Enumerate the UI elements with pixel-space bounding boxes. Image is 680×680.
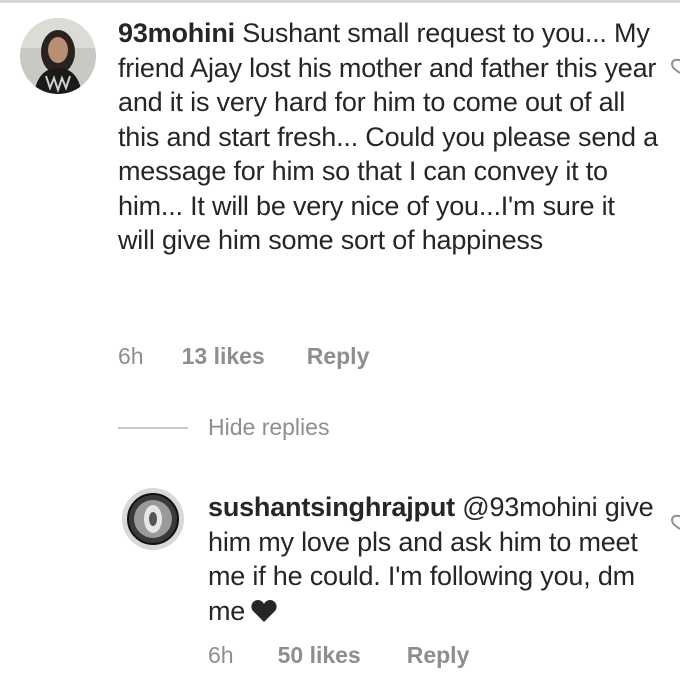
- reply-text: sushantsinghrajput @93mohini give him my…: [208, 490, 658, 630]
- comment-meta: 6h 13 likes Reply: [118, 343, 369, 370]
- avatar-image: [122, 488, 184, 550]
- reply-reply-button[interactable]: Reply: [407, 642, 470, 669]
- comment-time: 6h: [118, 343, 144, 369]
- reply-likes[interactable]: 50 likes: [278, 642, 361, 669]
- heart-outline-icon[interactable]: [670, 512, 680, 538]
- hide-replies-line: [118, 426, 188, 429]
- reply-time: 6h: [208, 642, 234, 668]
- reply-username[interactable]: sushantsinghrajput: [208, 492, 455, 522]
- comment-likes[interactable]: 13 likes: [182, 343, 265, 370]
- reply-mention[interactable]: @93mohini: [462, 492, 597, 522]
- heart-filled-icon: [251, 596, 277, 631]
- avatar[interactable]: [20, 18, 96, 94]
- comment-username[interactable]: 93mohini: [118, 18, 235, 48]
- heart-outline-icon[interactable]: [670, 56, 680, 82]
- comment-body: Sushant small request to you... My frien…: [118, 18, 658, 255]
- top-divider: [0, 0, 680, 3]
- avatar-image: [20, 18, 96, 94]
- comment-text: 93mohini Sushant small request to you...…: [118, 16, 658, 258]
- hide-replies-button[interactable]: Hide replies: [118, 414, 329, 441]
- hide-replies-label: Hide replies: [208, 414, 330, 440]
- comment-reply-button[interactable]: Reply: [307, 343, 370, 370]
- avatar[interactable]: [122, 488, 184, 550]
- reply-meta: 6h 50 likes Reply: [208, 642, 469, 669]
